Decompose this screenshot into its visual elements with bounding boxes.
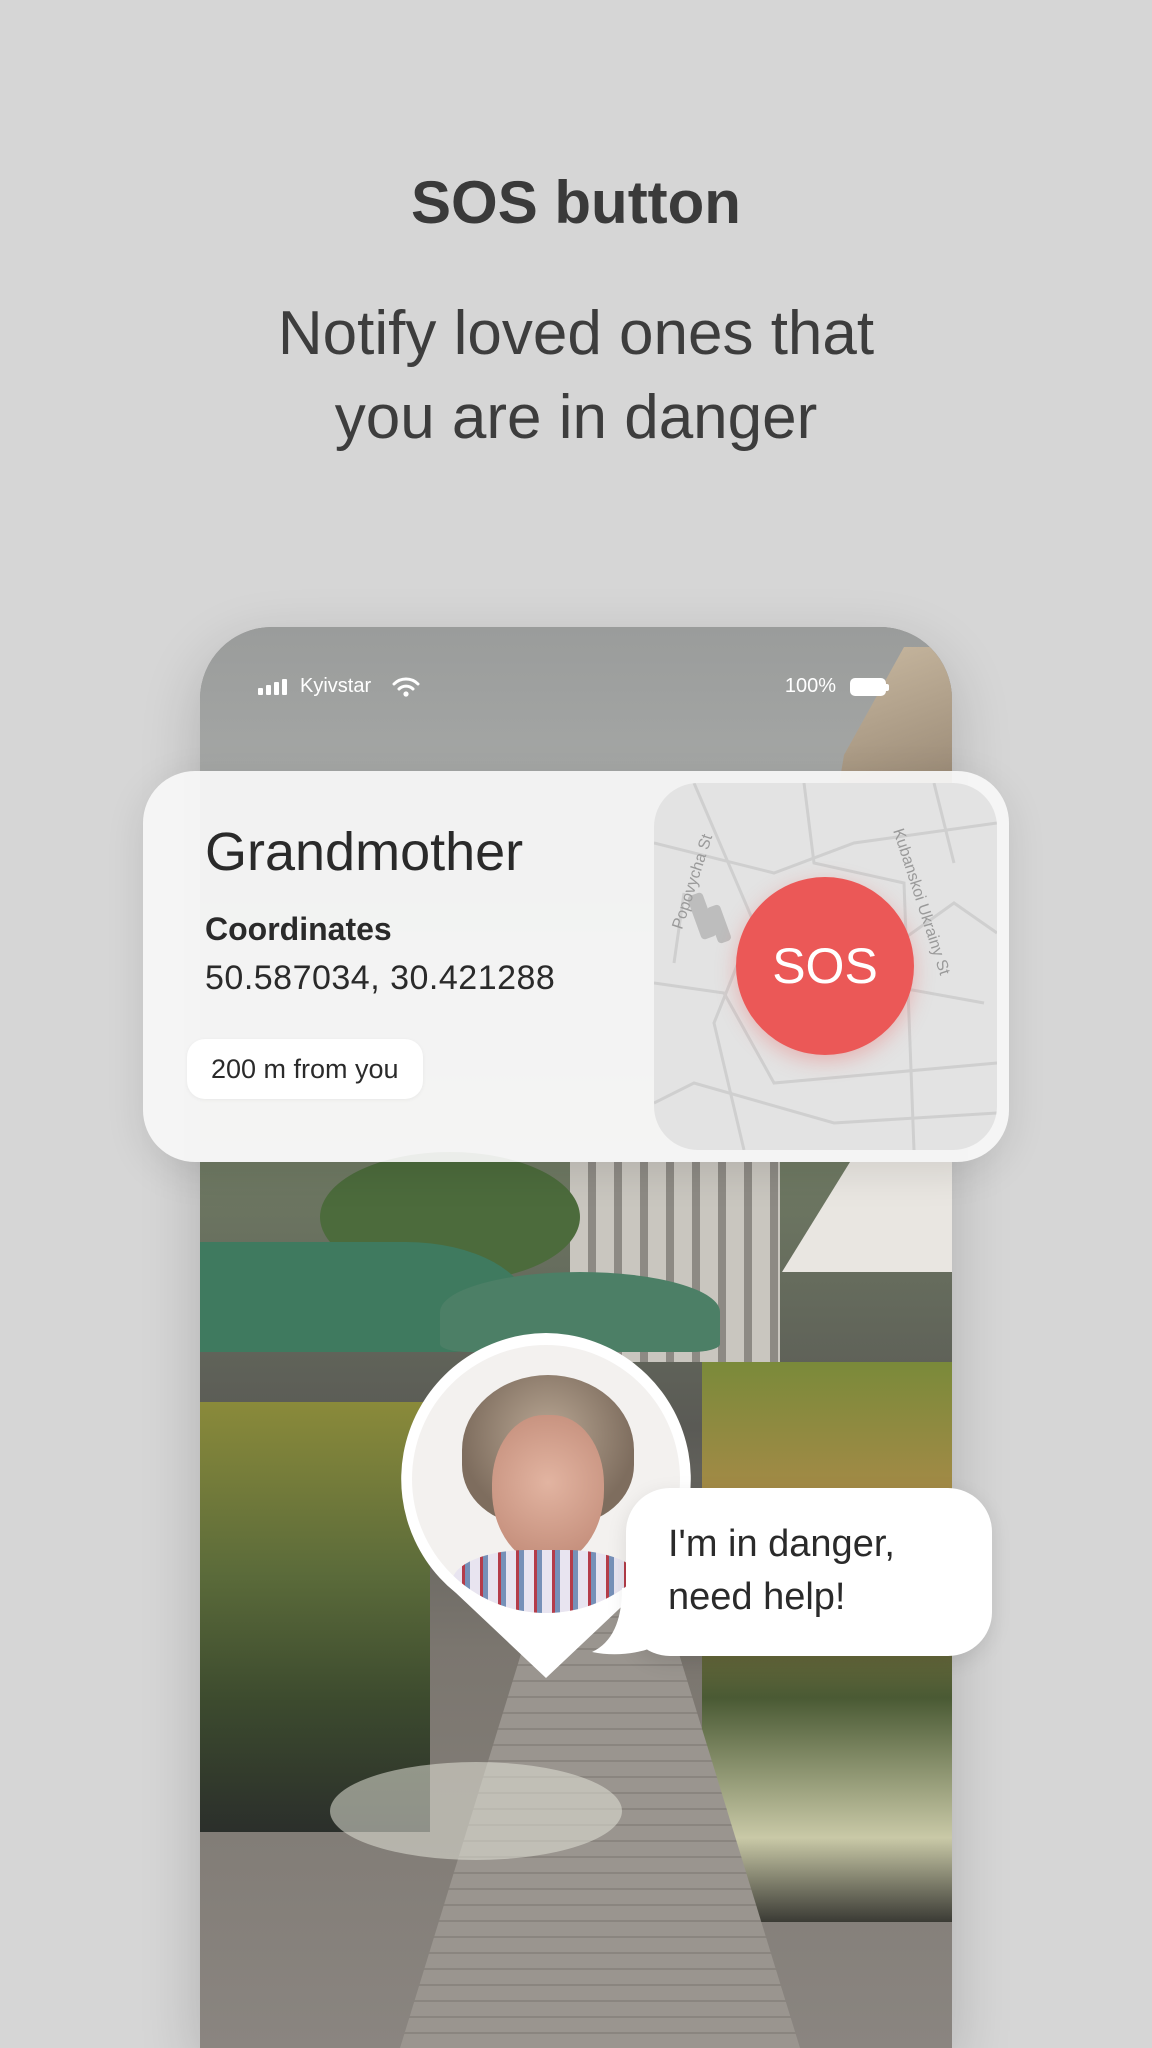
- status-bar: Kyivstar 100%: [200, 667, 952, 707]
- mini-map[interactable]: Popovycha St Kubanskoi Ukrainy St SOS: [654, 783, 997, 1150]
- promo-title: SOS button: [411, 169, 741, 236]
- promo-subtitle-line-1: Notify loved ones that: [277, 299, 875, 368]
- signal-bars-icon: [258, 679, 287, 695]
- promo-subtitle: Notify loved ones that you are in danger: [0, 292, 1152, 460]
- contact-card[interactable]: Grandmother Coordinates 50.587034, 30.42…: [143, 771, 1009, 1162]
- message-line-2: need help!: [668, 1576, 846, 1618]
- promo-subtitle-line-2: you are in danger: [334, 383, 818, 452]
- distance-badge: 200 m from you: [187, 1039, 423, 1099]
- message-text: I'm in danger, need help!: [668, 1518, 895, 1624]
- battery-percent: 100%: [784, 675, 836, 697]
- coordinates-value: 50.587034, 30.421288: [205, 959, 556, 997]
- battery-icon: [850, 678, 889, 696]
- sos-button[interactable]: SOS: [736, 877, 914, 1055]
- background-stall-left: [200, 1402, 430, 1832]
- bubble-tail: [592, 1588, 652, 1655]
- message-line-1: I'm in danger,: [668, 1523, 895, 1565]
- message-bubble: I'm in danger, need help!: [592, 1488, 992, 1656]
- location-marker-shadow: [330, 1762, 622, 1860]
- contact-name: Grandmother: [205, 822, 524, 882]
- carrier-name: Kyivstar: [300, 675, 372, 697]
- coordinates-label: Coordinates: [205, 911, 392, 947]
- wifi-icon: [392, 676, 420, 704]
- background-awning: [782, 1162, 952, 1272]
